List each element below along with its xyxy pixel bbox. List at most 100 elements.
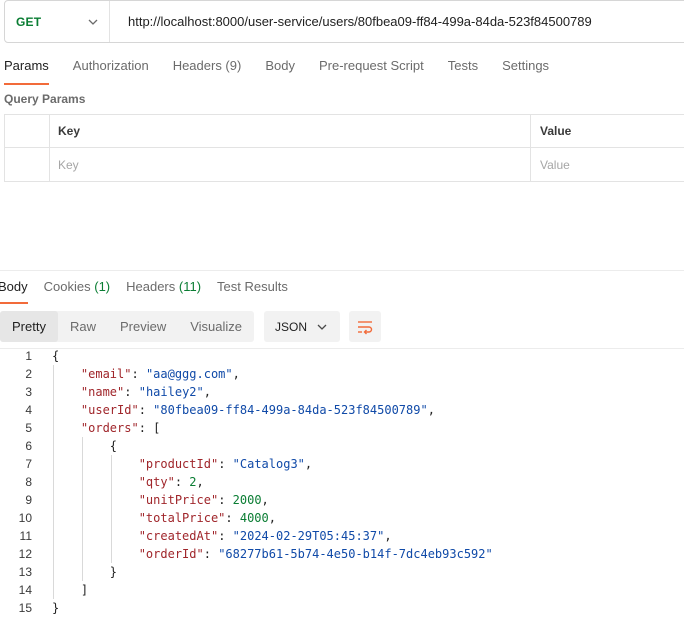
code-text: } <box>52 599 59 617</box>
json-punctuation: : <box>225 511 240 525</box>
view-pretty-button[interactable]: Pretty <box>0 311 58 342</box>
line-number: 7 <box>25 457 32 471</box>
json-punctuation: ] <box>52 583 89 597</box>
json-punctuation <box>52 475 139 489</box>
chevron-down-icon <box>88 19 98 25</box>
json-key: "productId" <box>138 457 219 471</box>
response-tab-headers-label: Headers <box>126 279 176 294</box>
code-text: "name": "hailey2", <box>52 383 211 401</box>
checkbox-column <box>5 115 50 147</box>
json-punctuation: , <box>427 403 435 417</box>
response-tab-cookies-label: Cookies <box>43 279 91 294</box>
json-punctuation <box>52 421 81 435</box>
code-line: 4 "userId": "80fbea09-ff84-499a-84da-523… <box>0 401 684 419</box>
json-key: "totalPrice" <box>138 511 226 525</box>
json-string: "Catalog3" <box>232 457 305 471</box>
json-punctuation <box>52 457 139 471</box>
json-punctuation: } <box>52 565 118 579</box>
tab-params[interactable]: Params <box>4 58 49 85</box>
json-string: "hailey2" <box>138 385 204 399</box>
value-input[interactable]: Value <box>531 148 684 181</box>
json-punctuation: , <box>268 511 276 525</box>
line-number: 15 <box>18 601 32 615</box>
code-text: "qty": 2, <box>52 473 204 491</box>
wrap-lines-button[interactable] <box>349 311 382 342</box>
line-number: 8 <box>25 475 32 489</box>
json-punctuation: : <box>218 493 233 507</box>
response-tab-cookies[interactable]: Cookies (1) <box>44 279 110 301</box>
response-tabs: Body Cookies (1) Headers (11) Test Resul… <box>0 279 304 305</box>
code-line: 2 "email": "aa@ggg.com", <box>0 365 684 383</box>
key-column-header: Key <box>50 115 531 147</box>
json-punctuation: : <box>218 457 233 471</box>
cookies-count: (1) <box>94 279 111 294</box>
view-visualize-button[interactable]: Visualize <box>178 311 254 342</box>
code-text: } <box>52 563 117 581</box>
key-input[interactable]: Key <box>50 148 531 181</box>
json-number: 2 <box>189 475 197 489</box>
json-punctuation: , <box>384 529 392 543</box>
code-line: 1{ <box>0 347 684 365</box>
tab-settings[interactable]: Settings <box>502 58 549 82</box>
json-punctuation: { <box>52 349 60 363</box>
line-number: 1 <box>25 349 32 363</box>
json-punctuation: : <box>203 547 219 561</box>
value-column-header: Value <box>540 124 572 138</box>
code-line: 7 "productId": "Catalog3", <box>0 455 684 473</box>
format-label: JSON <box>275 319 308 334</box>
code-text: ] <box>52 581 88 599</box>
line-number: 3 <box>25 385 32 399</box>
response-tab-test-results[interactable]: Test Results <box>217 279 288 301</box>
json-punctuation: : <box>174 475 190 489</box>
json-punctuation <box>52 511 139 525</box>
table-row: Key Value <box>5 148 684 181</box>
json-string: "68277b61-5b74-4e50-b14f-7dc4eb93c592" <box>218 547 493 561</box>
tab-pre-request-script[interactable]: Pre-request Script <box>319 58 424 82</box>
code-line: 5 "orders": [ <box>0 419 684 437</box>
response-divider[interactable] <box>0 270 684 271</box>
url-input[interactable]: http://localhost:8000/user-service/users… <box>110 14 592 29</box>
json-punctuation <box>52 547 139 561</box>
wrap-lines-icon <box>358 320 373 334</box>
json-punctuation: , <box>232 367 240 381</box>
json-punctuation <box>52 367 81 381</box>
json-punctuation: : [ <box>138 421 161 435</box>
tab-body[interactable]: Body <box>265 58 295 82</box>
response-body-code[interactable]: 1{2 "email": "aa@ggg.com", 3 "name": "hai… <box>0 347 684 617</box>
format-select[interactable]: JSON <box>264 311 341 342</box>
code-line: 8 "qty": 2, <box>0 473 684 491</box>
view-mode-group: Pretty Raw Preview Visualize <box>0 311 255 342</box>
tab-tests[interactable]: Tests <box>448 58 478 82</box>
code-line: 3 "name": "hailey2", <box>0 383 684 401</box>
json-string: "2024-02-29T05:45:37" <box>232 529 385 543</box>
headers-count: (11) <box>178 279 202 294</box>
query-params-title: Query Params <box>4 92 86 106</box>
tab-authorization[interactable]: Authorization <box>73 58 149 82</box>
code-text: { <box>52 347 59 365</box>
json-key: "orders" <box>80 421 139 435</box>
json-punctuation: : <box>124 385 139 399</box>
line-number: 6 <box>25 439 32 453</box>
method-label: GET <box>16 14 42 29</box>
view-preview-button[interactable]: Preview <box>108 311 178 342</box>
response-tab-body[interactable]: Body <box>0 279 28 304</box>
code-line: 10 "totalPrice": 4000, <box>0 509 684 527</box>
response-view-controls: Pretty Raw Preview Visualize JSON <box>0 311 382 342</box>
tab-headers[interactable]: Headers (9) <box>173 58 242 82</box>
json-punctuation: , <box>304 457 313 471</box>
json-key: "createdAt" <box>138 529 219 543</box>
line-number: 4 <box>25 403 32 417</box>
method-select[interactable]: GET <box>5 1 110 42</box>
view-raw-button[interactable]: Raw <box>58 311 108 342</box>
json-number: 4000 <box>239 511 269 525</box>
request-tabs: Params Authorization Headers (9) Body Pr… <box>4 58 573 85</box>
code-text: "orders": [ <box>52 419 160 437</box>
code-text: "createdAt": "2024-02-29T05:45:37", <box>52 527 392 545</box>
json-key: "qty" <box>138 475 175 489</box>
line-number: 9 <box>25 493 32 507</box>
request-url-bar: GET http://localhost:8000/user-service/u… <box>4 0 684 43</box>
row-checkbox-cell <box>5 148 50 181</box>
response-tab-headers[interactable]: Headers (11) <box>126 279 201 301</box>
json-punctuation: } <box>52 601 60 615</box>
line-number: 2 <box>25 367 32 381</box>
